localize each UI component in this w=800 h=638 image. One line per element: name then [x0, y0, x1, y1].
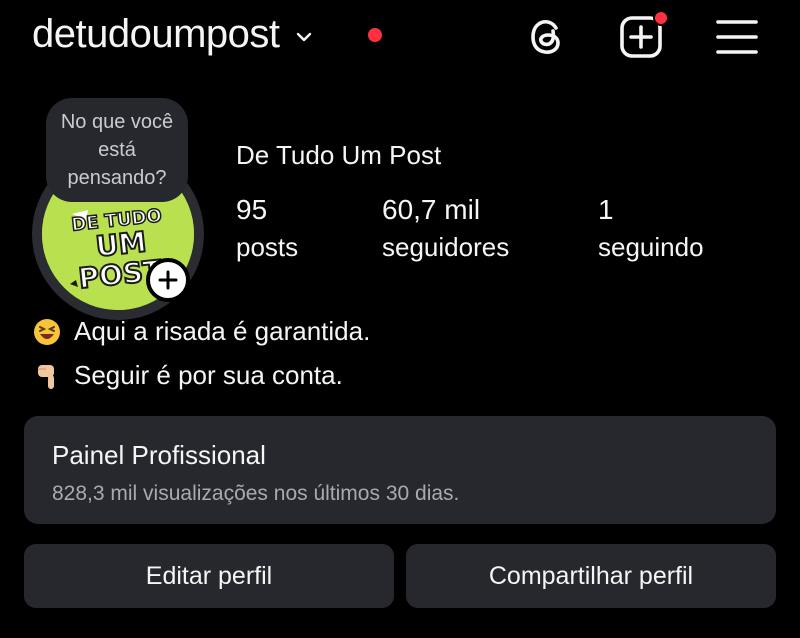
stat-followers[interactable]: 60,7 mil seguidores [382, 194, 509, 263]
create-badge-dot [653, 10, 669, 26]
username: detudoumpost [32, 12, 280, 56]
menu-icon[interactable] [714, 14, 760, 60]
laughing-emoji-icon [34, 318, 60, 345]
edit-profile-button[interactable]: Editar perfil [24, 544, 394, 608]
profile-screen: detudoumpost DE TUDO UM POST No que você… [0, 0, 800, 638]
stat-value: 95 [236, 194, 268, 225]
account-switcher[interactable]: detudoumpost [32, 12, 314, 57]
display-name: De Tudo Um Post [236, 140, 442, 170]
professional-dashboard[interactable]: Painel Profissional 828,3 mil visualizaç… [24, 416, 776, 524]
share-profile-button[interactable]: Compartilhar perfil [406, 544, 776, 608]
stat-posts[interactable]: 95 posts [236, 194, 298, 263]
note-bubble[interactable]: No que você está pensando? [46, 98, 188, 202]
bio-text: Seguir é por sua conta. [74, 360, 343, 390]
profile-header: detudoumpost [0, 0, 800, 80]
stat-label: seguidores [382, 232, 510, 262]
threads-icon[interactable] [524, 14, 570, 60]
add-story-button[interactable] [146, 258, 190, 302]
stat-following[interactable]: 1 seguindo [598, 194, 704, 263]
stat-label: posts [236, 232, 299, 262]
bio-line-2: Seguir é por sua conta. [32, 360, 343, 391]
dashboard-subtitle: 828,3 mil visualizações nos últimos 30 d… [52, 482, 460, 505]
notification-dot [368, 28, 382, 42]
stat-value: 60,7 mil [382, 194, 481, 225]
bio-line-1: Aqui a risada é garantida. [32, 316, 370, 347]
pointing-down-emoji-icon [38, 364, 54, 389]
stat-label: seguindo [598, 232, 704, 262]
chevron-down-icon [296, 32, 311, 41]
dashboard-title: Painel Profissional [52, 440, 266, 470]
bio-text: Aqui a risada é garantida. [74, 316, 371, 346]
stat-value: 1 [598, 194, 614, 225]
plus-icon [158, 270, 178, 290]
